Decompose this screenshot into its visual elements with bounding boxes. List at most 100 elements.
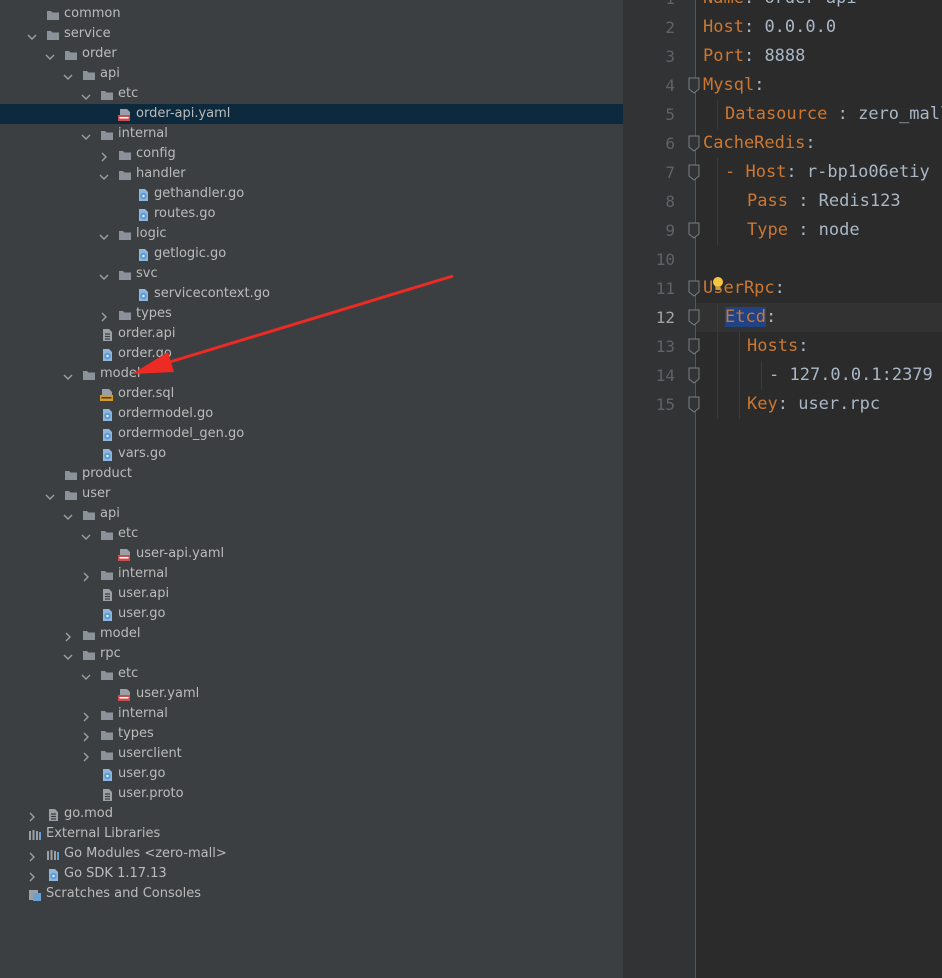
fold-marker-icon[interactable] xyxy=(687,309,701,327)
tree-item[interactable]: servicecontext.go xyxy=(0,284,623,304)
tree-item[interactable]: order.sql xyxy=(0,384,623,404)
tree-item[interactable]: api xyxy=(0,64,623,84)
tree-item[interactable]: user.go xyxy=(0,604,623,624)
chevron-down-icon[interactable] xyxy=(80,668,92,680)
line-number: 14 xyxy=(655,366,675,385)
tree-item[interactable]: etc xyxy=(0,524,623,544)
fold-marker-icon[interactable] xyxy=(687,77,701,95)
tree-item[interactable]: config xyxy=(0,144,623,164)
tree-item[interactable]: rpc xyxy=(0,644,623,664)
project-tree[interactable]: common service order api etc order-api.yaml in… xyxy=(0,0,623,978)
chevron-down-icon[interactable] xyxy=(62,368,74,380)
chevron-down-icon[interactable] xyxy=(44,488,56,500)
code-editor[interactable]: 1Name: order-api2Host: 0.0.0.03Port: 888… xyxy=(623,0,942,978)
tree-item[interactable]: logic xyxy=(0,224,623,244)
chevron-down-icon[interactable] xyxy=(98,268,110,280)
chevron-right-icon[interactable] xyxy=(80,748,92,762)
fold-marker-icon[interactable] xyxy=(687,164,701,182)
fold-marker-icon[interactable] xyxy=(687,338,701,356)
tree-item[interactable]: internal xyxy=(0,124,623,144)
chevron-right-icon[interactable] xyxy=(26,808,38,822)
tree-item[interactable]: etc xyxy=(0,84,623,104)
tree-item[interactable]: user.api xyxy=(0,584,623,604)
tree-item[interactable]: Go Modules <zero-mall> xyxy=(0,844,623,864)
tree-item[interactable]: order xyxy=(0,44,623,64)
chevron-right-icon[interactable] xyxy=(80,568,92,582)
yaml-separator: : xyxy=(754,75,765,95)
folder-icon xyxy=(100,567,114,581)
chevron-down-icon[interactable] xyxy=(98,228,110,240)
line-number: 2 xyxy=(665,18,675,37)
tree-item[interactable]: order-api.yaml xyxy=(0,104,623,124)
tree-item[interactable]: user.proto xyxy=(0,784,623,804)
tree-item[interactable]: internal xyxy=(0,564,623,584)
tree-item-label: order-api.yaml xyxy=(136,106,231,121)
tree-item[interactable]: service xyxy=(0,24,623,44)
tree-item[interactable]: vars.go xyxy=(0,444,623,464)
tree-item[interactable]: ordermodel.go xyxy=(0,404,623,424)
tree-item[interactable]: user.yaml xyxy=(0,684,623,704)
tree-item-label: user.yaml xyxy=(136,686,200,701)
chevron-right-icon[interactable] xyxy=(98,148,110,162)
folder-icon xyxy=(100,667,114,681)
chevron-down-icon[interactable] xyxy=(80,528,92,540)
tree-item-label: api xyxy=(100,66,120,81)
tree-item[interactable]: go.mod xyxy=(0,804,623,824)
chevron-down-icon[interactable] xyxy=(62,68,74,80)
chevron-down-icon[interactable] xyxy=(26,28,38,40)
chevron-right-icon[interactable] xyxy=(62,628,74,642)
tree-item[interactable]: product xyxy=(0,464,623,484)
tree-item[interactable]: svc xyxy=(0,264,623,284)
yaml-separator: - xyxy=(769,365,790,385)
yaml-icon xyxy=(118,687,132,701)
tree-item[interactable]: Scratches and Consoles xyxy=(0,884,623,904)
tree-item[interactable]: routes.go xyxy=(0,204,623,224)
tree-item[interactable]: ordermodel_gen.go xyxy=(0,424,623,444)
tree-item[interactable]: order.go xyxy=(0,344,623,364)
chevron-down-icon[interactable] xyxy=(62,508,74,520)
tree-item[interactable]: etc xyxy=(0,664,623,684)
chevron-down-icon[interactable] xyxy=(62,648,74,660)
tree-item[interactable]: handler xyxy=(0,164,623,184)
yaml-separator: : xyxy=(805,133,816,153)
chevron-right-icon[interactable] xyxy=(80,728,92,742)
tree-item[interactable]: user.go xyxy=(0,764,623,784)
tree-item[interactable]: api xyxy=(0,504,623,524)
lightbulb-icon[interactable] xyxy=(711,276,725,298)
chevron-right-icon[interactable] xyxy=(26,868,38,882)
tree-item[interactable]: External Libraries xyxy=(0,824,623,844)
tree-item[interactable]: user xyxy=(0,484,623,504)
chevron-down-icon[interactable] xyxy=(80,128,92,140)
tree-item[interactable]: model xyxy=(0,364,623,384)
tree-item[interactable]: order.api xyxy=(0,324,623,344)
tree-item-label: etc xyxy=(118,86,139,101)
tree-item[interactable]: getlogic.go xyxy=(0,244,623,264)
tree-item[interactable]: gethandler.go xyxy=(0,184,623,204)
yaml-key: Datasource xyxy=(725,104,828,124)
folder-icon xyxy=(82,67,96,81)
tree-item[interactable]: internal xyxy=(0,704,623,724)
chevron-right-icon[interactable] xyxy=(98,308,110,322)
chevron-right-icon[interactable] xyxy=(26,848,38,862)
folder-icon xyxy=(46,27,60,41)
tree-item[interactable]: model xyxy=(0,624,623,644)
chevron-right-icon[interactable] xyxy=(80,708,92,722)
fold-marker-icon[interactable] xyxy=(687,280,701,298)
tree-item[interactable]: Go SDK 1.17.13 xyxy=(0,864,623,884)
chevron-down-icon[interactable] xyxy=(98,168,110,180)
tree-item[interactable]: userclient xyxy=(0,744,623,764)
go-icon xyxy=(100,407,114,421)
go-icon xyxy=(136,187,150,201)
fold-marker-icon[interactable] xyxy=(687,135,701,153)
code-line: Etcd: xyxy=(725,303,776,332)
fold-marker-icon[interactable] xyxy=(687,367,701,385)
fold-marker-icon[interactable] xyxy=(687,222,701,240)
tree-item[interactable]: types xyxy=(0,304,623,324)
tree-item[interactable]: common xyxy=(0,4,623,24)
line-number: 3 xyxy=(665,47,675,66)
tree-item[interactable]: types xyxy=(0,724,623,744)
tree-item[interactable]: user-api.yaml xyxy=(0,544,623,564)
fold-marker-icon[interactable] xyxy=(687,396,701,414)
chevron-down-icon[interactable] xyxy=(80,88,92,100)
chevron-down-icon[interactable] xyxy=(44,48,56,60)
